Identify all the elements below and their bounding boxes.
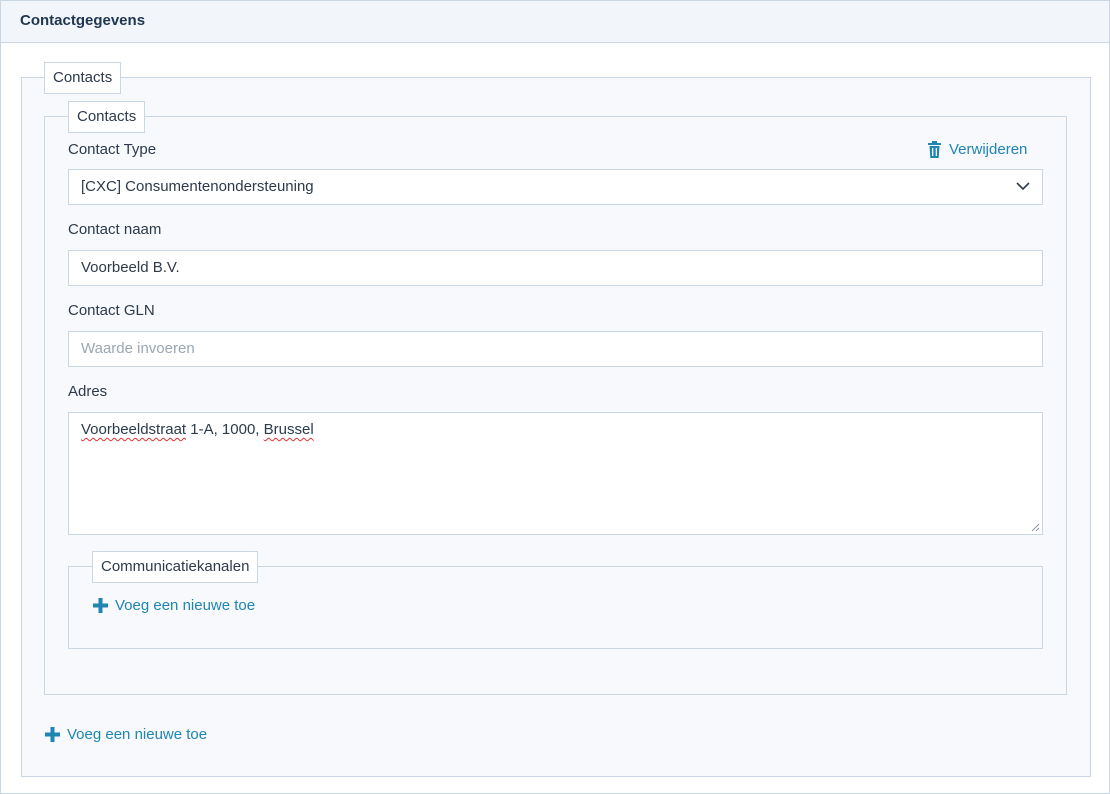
contact-gln-label: Contact GLN bbox=[68, 302, 155, 319]
address-textarea[interactable]: Voorbeeldstraat 1-A, 1000, Brussel bbox=[68, 412, 1043, 535]
add-channel-button[interactable]: Voeg een nieuwe toe bbox=[93, 597, 255, 614]
panel-title: Contactgegevens bbox=[20, 12, 146, 29]
channels-legend: Communicatiekanalen bbox=[92, 551, 259, 583]
contact-type-label: Contact Type bbox=[68, 141, 157, 158]
panel-header: Contactgegevens bbox=[1, 1, 1109, 43]
address-number-postcode: 1-A, 1000, bbox=[186, 421, 264, 438]
address-city: Brussel bbox=[263, 421, 314, 438]
plus-icon bbox=[93, 598, 108, 613]
contact-details-panel: Contactgegevens Contacts Contacts Verwij… bbox=[0, 0, 1110, 794]
contact-name-label: Contact naam bbox=[68, 221, 162, 238]
resize-handle-icon[interactable] bbox=[1030, 522, 1040, 532]
contact-gln-input[interactable]: Waarde invoeren bbox=[68, 331, 1043, 367]
address-street: Voorbeeldstraat bbox=[81, 421, 187, 438]
delete-contact-button[interactable]: Verwijderen bbox=[927, 141, 1027, 158]
contact-type-value: [CXC] Consumentenondersteuning bbox=[81, 178, 314, 195]
delete-label: Verwijderen bbox=[949, 141, 1028, 158]
contacts-legend: Contacts bbox=[44, 62, 122, 94]
address-label: Adres bbox=[68, 383, 108, 400]
add-contact-label: Voeg een nieuwe toe bbox=[67, 726, 208, 743]
contact-type-select[interactable]: [CXC] Consumentenondersteuning bbox=[68, 169, 1043, 205]
add-contact-button[interactable]: Voeg een nieuwe toe bbox=[45, 726, 207, 743]
add-channel-label: Voeg een nieuwe toe bbox=[115, 597, 256, 614]
trash-icon bbox=[928, 141, 941, 158]
plus-icon bbox=[45, 727, 60, 742]
contact-name-input[interactable]: Voorbeeld B.V. bbox=[68, 250, 1043, 286]
contact-entry-legend: Contacts bbox=[68, 101, 146, 133]
chevron-down-icon bbox=[1016, 182, 1030, 191]
